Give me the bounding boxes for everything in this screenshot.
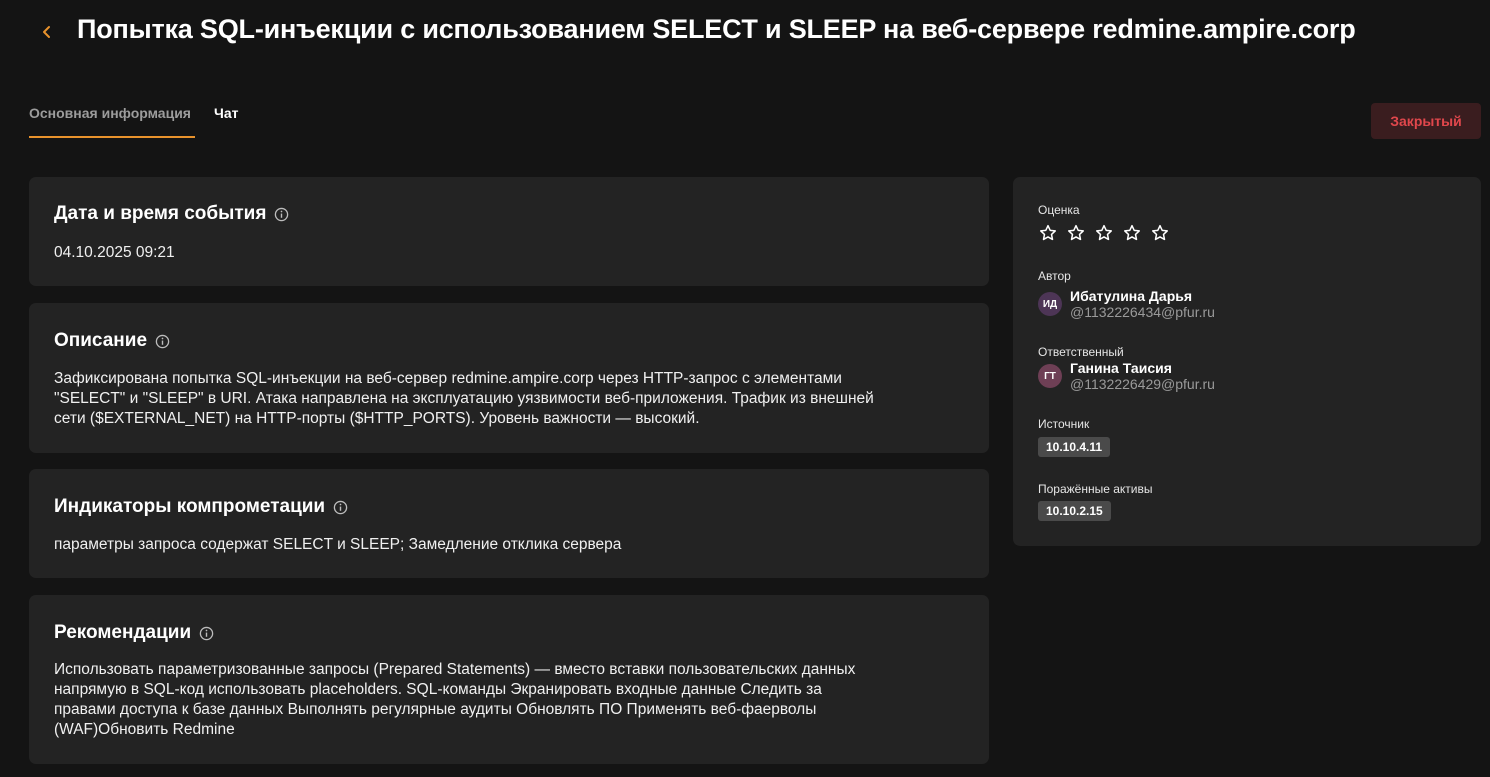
status-badge[interactable]: Закрытый [1371, 103, 1481, 139]
source-ip-tag: 10.10.4.11 [1038, 437, 1111, 457]
description-text: Зафиксирована попытка SQL-инъекции на ве… [54, 369, 959, 429]
description-line: Зафиксирована попытка SQL-инъекции на ве… [54, 370, 842, 387]
back-button[interactable] [36, 18, 58, 46]
recommendations-line: Использовать параметризованные запросы (… [54, 661, 856, 678]
assignee-label: Ответственный [1038, 345, 1124, 359]
indicators-card: Индикаторы компрометации параметры запро… [29, 469, 989, 578]
asset-ip-tag: 10.10.2.15 [1038, 501, 1111, 521]
indicators-title-label: Индикаторы компрометации [54, 496, 326, 517]
recommendations-card: Рекомендации Использовать параметризован… [29, 595, 989, 764]
description-title: Описание [54, 330, 170, 352]
star-icon[interactable] [1122, 223, 1142, 243]
tab-chat[interactable]: Чат [214, 98, 238, 138]
datetime-card: Дата и время события 04.10.2025 09:21 [29, 177, 989, 286]
assignee-user[interactable]: ГТ Ганина Таисия @1132226429@pfur.ru [1038, 360, 1215, 393]
chevron-left-icon [43, 26, 50, 38]
avatar: ГТ [1038, 364, 1062, 388]
recommendations-text: Использовать параметризованные запросы (… [54, 660, 959, 740]
datetime-title-label: Дата и время события [54, 203, 267, 224]
recommendations-title-label: Рекомендации [54, 622, 192, 643]
star-icon[interactable] [1038, 223, 1058, 243]
recommendations-line: (WAF)Обновить Redmine [54, 721, 235, 738]
info-icon[interactable] [333, 500, 348, 515]
info-icon[interactable] [155, 334, 170, 349]
info-icon[interactable] [274, 207, 289, 222]
avatar: ИД [1038, 292, 1062, 316]
indicators-title: Индикаторы компрометации [54, 496, 348, 518]
rating-stars [1038, 223, 1170, 243]
description-line: сети ($EXTERNAL_NET) на HTTP-порты ($HTT… [54, 410, 700, 427]
assignee-email: @1132226429@pfur.ru [1070, 376, 1215, 392]
source-label: Источник [1038, 417, 1090, 431]
page-header: Попытка SQL-инъекции с использованием SE… [0, 0, 1490, 64]
description-card: Описание Зафиксирована попытка SQL-инъек… [29, 303, 989, 453]
datetime-value: 04.10.2025 09:21 [54, 244, 175, 261]
author-email: @1132226434@pfur.ru [1070, 304, 1215, 320]
assignee-info: Ганина Таисия @1132226429@pfur.ru [1070, 360, 1215, 393]
details-sidebar: Оценка Автор ИД Ибатулина Дарья @1132226… [1013, 177, 1481, 546]
author-name: Ибатулина Дарья [1070, 288, 1193, 304]
tab-main-info[interactable]: Основная информация [29, 98, 195, 138]
recommendations-line: правами доступа к базе данных Выполнять … [54, 701, 817, 718]
datetime-title: Дата и время события [54, 203, 289, 225]
indicators-text: параметры запроса содержат SELECT и SLEE… [54, 536, 622, 553]
star-icon[interactable] [1150, 223, 1170, 243]
description-line: "SELECT" и "SLEEP" в URI. Атака направле… [54, 390, 874, 407]
author-user[interactable]: ИД Ибатулина Дарья @1132226434@pfur.ru [1038, 288, 1215, 321]
description-title-label: Описание [54, 330, 148, 351]
star-icon[interactable] [1066, 223, 1086, 243]
page-title: Попытка SQL-инъекции с использованием SE… [77, 14, 1356, 44]
info-icon[interactable] [199, 626, 214, 641]
assignee-name: Ганина Таисия [1070, 360, 1172, 376]
recommendations-line: напрямую в SQL-код использовать placehol… [54, 681, 822, 698]
rating-label: Оценка [1038, 203, 1080, 217]
author-label: Автор [1038, 269, 1071, 283]
star-icon[interactable] [1094, 223, 1114, 243]
assets-label: Поражённые активы [1038, 482, 1153, 496]
author-info: Ибатулина Дарья @1132226434@pfur.ru [1070, 288, 1215, 321]
recommendations-title: Рекомендации [54, 622, 214, 644]
